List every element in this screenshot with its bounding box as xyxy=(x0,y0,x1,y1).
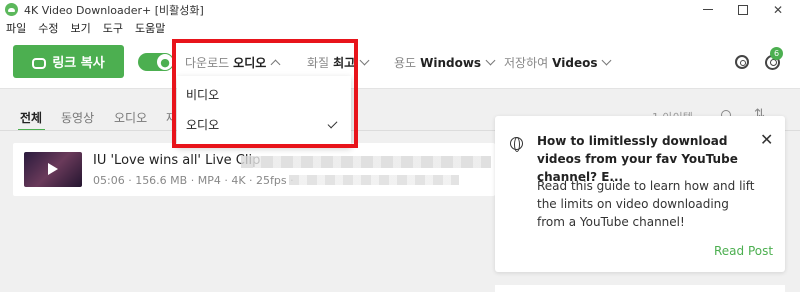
highlight-annotation-box xyxy=(172,39,358,148)
maximize-icon xyxy=(738,4,748,15)
globe-icon xyxy=(510,137,523,152)
blurred-text xyxy=(289,175,459,185)
toolbar: 링크 복사 ● 다운로드 오디오 화질 최고 용도 Windows 저장하여 V… xyxy=(0,39,800,89)
download-meta: 05:06 · 156.6 MB · MP4 · 4K · 25fps · xyxy=(93,174,294,187)
download-item[interactable]: IU 'Love wins all' Live Clip 05:06 · 156… xyxy=(13,143,495,196)
usage-selector[interactable]: 용도 Windows xyxy=(394,54,496,71)
maximize-button[interactable] xyxy=(725,0,761,19)
chevron-down-icon xyxy=(359,55,370,66)
tip-card: How to limitlessly download videos from … xyxy=(495,116,785,272)
chevron-down-icon xyxy=(485,55,496,66)
menu-tools[interactable]: 도구 xyxy=(103,19,123,39)
window-title: 4K Video Downloader+ [비활성화] xyxy=(24,4,204,17)
settings-gear-icon[interactable] xyxy=(735,55,749,69)
save-label: 저장하여 xyxy=(504,56,549,70)
second-tip-card xyxy=(495,285,785,292)
read-post-link[interactable]: Read Post xyxy=(714,244,773,258)
play-icon[interactable] xyxy=(48,163,58,175)
chevron-down-icon xyxy=(602,55,612,66)
tip-body: Read this guide to learn how and lift th… xyxy=(537,179,755,229)
menu-edit[interactable]: 수정 xyxy=(38,19,58,39)
menu-help[interactable]: 도움말 xyxy=(135,19,165,39)
tab-audio[interactable]: 오디오 xyxy=(114,109,147,126)
save-location-selector[interactable]: 저장하여 Videos xyxy=(504,54,612,71)
usage-value: Windows xyxy=(420,55,482,70)
paste-link-button[interactable]: 링크 복사 xyxy=(13,45,124,78)
save-value: Videos xyxy=(552,55,598,70)
usage-label: 용도 xyxy=(394,56,417,70)
app-logo-icon xyxy=(5,3,18,16)
notification-badge: 6 xyxy=(770,47,783,60)
blurred-text xyxy=(241,156,491,168)
video-thumbnail xyxy=(24,152,82,187)
smart-mode-toggle[interactable]: ● xyxy=(138,53,174,71)
menu-file[interactable]: 파일 xyxy=(6,19,26,39)
download-title: IU 'Love wins all' Live Clip xyxy=(93,153,261,168)
close-window-button[interactable]: ✕ xyxy=(760,0,796,19)
paste-link-label: 링크 복사 xyxy=(52,56,105,71)
title-bar: 4K Video Downloader+ [비활성화] ✕ xyxy=(0,0,800,19)
menu-view[interactable]: 보기 xyxy=(71,19,91,39)
minimize-button[interactable] xyxy=(690,0,726,19)
tab-video[interactable]: 동영상 xyxy=(61,109,94,126)
menu-bar: 파일 수정 보기 도구 도움말 xyxy=(0,19,800,39)
close-tip-button[interactable]: ✕ xyxy=(760,130,773,149)
link-icon xyxy=(32,55,47,69)
lightbulb-icon: ● xyxy=(157,54,173,70)
minimize-icon xyxy=(703,9,713,10)
tab-all[interactable]: 전체 xyxy=(20,109,42,126)
